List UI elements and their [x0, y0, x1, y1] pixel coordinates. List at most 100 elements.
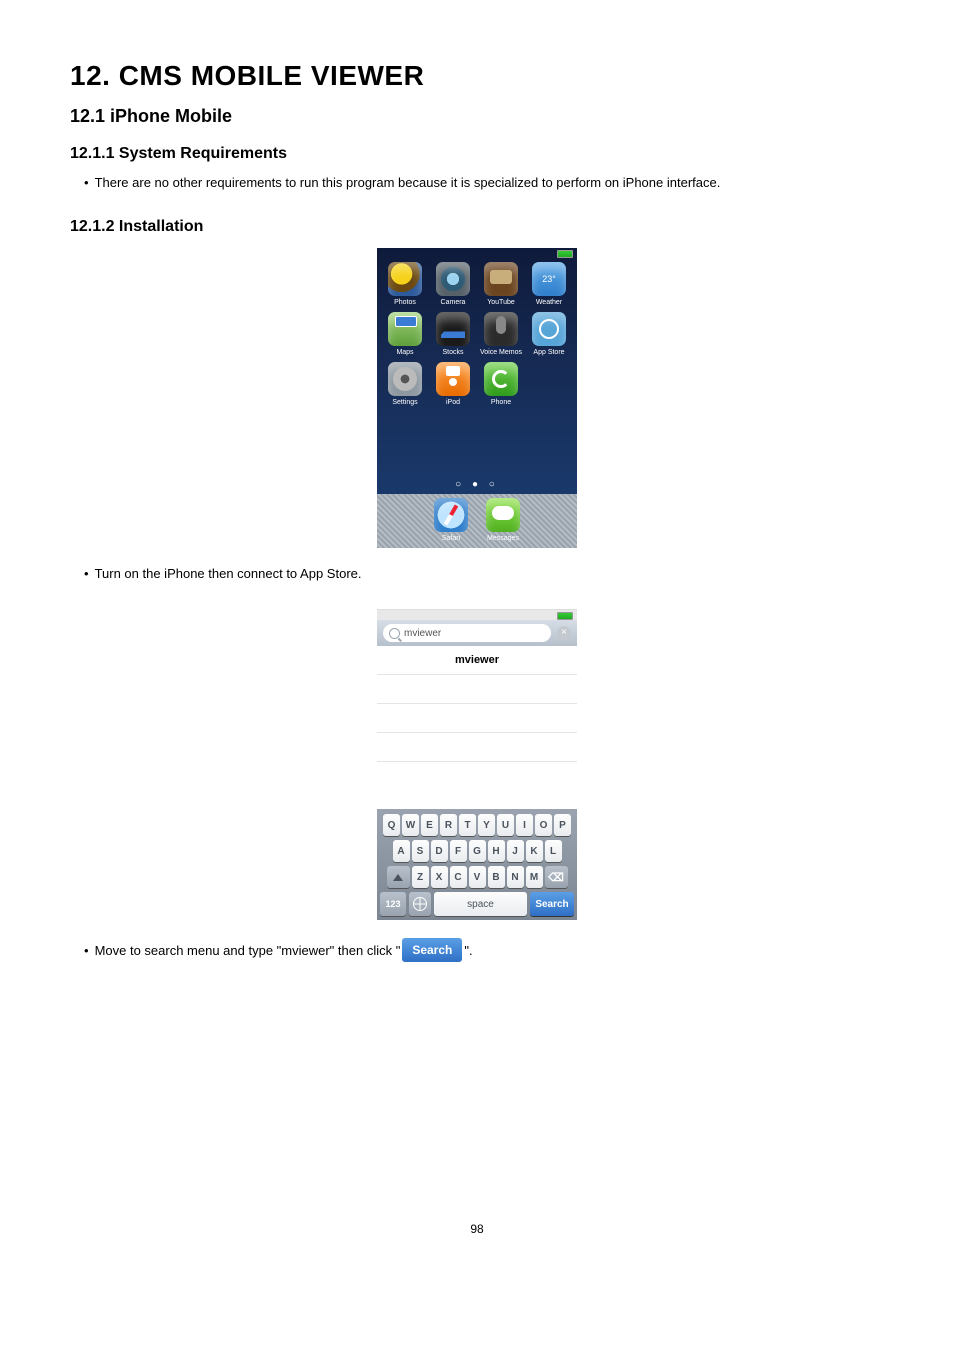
key-l[interactable]: L: [545, 840, 562, 862]
app-youtube[interactable]: YouTube: [477, 262, 525, 306]
search-icon: [389, 628, 400, 639]
app-label: Safari: [442, 535, 460, 542]
page-number: 98: [70, 1222, 884, 1236]
key-shift[interactable]: [387, 866, 410, 888]
dock-safari[interactable]: Safari: [434, 498, 468, 542]
key-s[interactable]: S: [412, 840, 429, 862]
app-appstore[interactable]: App Store: [525, 312, 573, 356]
chapter-heading: 12. CMS MOBILE VIEWER: [70, 60, 884, 92]
inline-search-button: Search: [402, 938, 462, 962]
page-indicator: ○ ● ○: [377, 479, 577, 490]
maps-icon: [388, 312, 422, 346]
bullet-text-post: ".: [464, 943, 472, 958]
key-y[interactable]: Y: [478, 814, 495, 836]
safari-icon: [434, 498, 468, 532]
key-r[interactable]: R: [440, 814, 457, 836]
app-label: Settings: [392, 399, 417, 406]
section-heading: 12.1 iPhone Mobile: [70, 106, 884, 127]
key-j[interactable]: J: [507, 840, 524, 862]
iphone-search-screenshot: mviewer × mviewer Q W E R T Y U I O: [377, 609, 577, 920]
battery-icon: [557, 250, 573, 258]
app-photos[interactable]: Photos: [381, 262, 429, 306]
key-n[interactable]: N: [507, 866, 524, 888]
app-label: Photos: [394, 299, 416, 306]
bullet-text: There are no other requirements to run t…: [95, 175, 721, 190]
app-label: Weather: [536, 299, 562, 306]
key-globe[interactable]: [409, 892, 431, 916]
app-stocks[interactable]: Stocks: [429, 312, 477, 356]
app-ipod[interactable]: iPod: [429, 362, 477, 406]
status-bar: [377, 610, 577, 620]
subsection-install: 12.1.2 Installation: [70, 218, 884, 236]
app-label: App Store: [533, 349, 564, 356]
phone-icon: [484, 362, 518, 396]
key-g[interactable]: G: [469, 840, 486, 862]
list-item: [377, 733, 577, 762]
app-phone[interactable]: Phone: [477, 362, 525, 406]
key-b[interactable]: B: [488, 866, 505, 888]
key-t[interactable]: T: [459, 814, 476, 836]
stocks-icon: [436, 312, 470, 346]
search-bar: mviewer ×: [377, 620, 577, 646]
bullet-dot: •: [84, 943, 89, 958]
key-q[interactable]: Q: [383, 814, 400, 836]
search-result-item[interactable]: mviewer: [377, 646, 577, 675]
app-camera[interactable]: Camera: [429, 262, 477, 306]
youtube-icon: [484, 262, 518, 296]
app-label: Stocks: [442, 349, 463, 356]
list-item: [377, 704, 577, 733]
key-o[interactable]: O: [535, 814, 552, 836]
key-a[interactable]: A: [393, 840, 410, 862]
key-v[interactable]: V: [469, 866, 486, 888]
bullet-step1: • Turn on the iPhone then connect to App…: [84, 566, 884, 581]
iphone-home-screenshot: Photos Camera YouTube 23° Weather Maps: [377, 248, 577, 548]
key-space[interactable]: space: [434, 892, 527, 916]
key-m[interactable]: M: [526, 866, 543, 888]
appstore-icon: [532, 312, 566, 346]
key-z[interactable]: Z: [412, 866, 429, 888]
keyboard: Q W E R T Y U I O P A S D F G H: [377, 809, 577, 920]
app-settings[interactable]: Settings: [381, 362, 429, 406]
battery-icon: [557, 612, 573, 620]
bullet-text-pre: Move to search menu and type "mviewer" t…: [95, 943, 401, 958]
app-weather[interactable]: 23° Weather: [525, 262, 573, 306]
settings-icon: [388, 362, 422, 396]
app-label: Camera: [441, 299, 466, 306]
key-c[interactable]: C: [450, 866, 467, 888]
key-e[interactable]: E: [421, 814, 438, 836]
key-w[interactable]: W: [402, 814, 419, 836]
key-k[interactable]: K: [526, 840, 543, 862]
clear-search-icon[interactable]: ×: [557, 626, 571, 640]
voice-memos-icon: [484, 312, 518, 346]
dock: Safari Messages: [377, 494, 577, 548]
bullet-sysreq: • There are no other requirements to run…: [84, 175, 884, 190]
search-input[interactable]: mviewer: [383, 624, 551, 642]
key-d[interactable]: D: [431, 840, 448, 862]
key-x[interactable]: X: [431, 866, 448, 888]
app-label: iPod: [446, 399, 460, 406]
messages-icon: [486, 498, 520, 532]
bullet-dot: •: [84, 175, 89, 190]
key-backspace[interactable]: [545, 866, 568, 888]
key-u[interactable]: U: [497, 814, 514, 836]
bullet-text: Turn on the iPhone then connect to App S…: [95, 566, 362, 581]
key-p[interactable]: P: [554, 814, 571, 836]
dock-messages[interactable]: Messages: [486, 498, 520, 542]
bullet-step2: • Move to search menu and type "mviewer"…: [84, 938, 884, 962]
weather-icon: 23°: [532, 262, 566, 296]
subsection-sysreq: 12.1.1 System Requirements: [70, 145, 884, 163]
key-f[interactable]: F: [450, 840, 467, 862]
camera-icon: [436, 262, 470, 296]
key-numeric[interactable]: 123: [380, 892, 406, 916]
app-maps[interactable]: Maps: [381, 312, 429, 356]
status-bar: [377, 248, 577, 258]
key-search[interactable]: Search: [530, 892, 574, 916]
photos-icon: [388, 262, 422, 296]
app-label: YouTube: [487, 299, 515, 306]
key-i[interactable]: I: [516, 814, 533, 836]
app-voice-memos[interactable]: Voice Memos: [477, 312, 525, 356]
search-query: mviewer: [404, 628, 441, 639]
app-label: Phone: [491, 399, 511, 406]
app-label: Messages: [487, 535, 519, 542]
key-h[interactable]: H: [488, 840, 505, 862]
